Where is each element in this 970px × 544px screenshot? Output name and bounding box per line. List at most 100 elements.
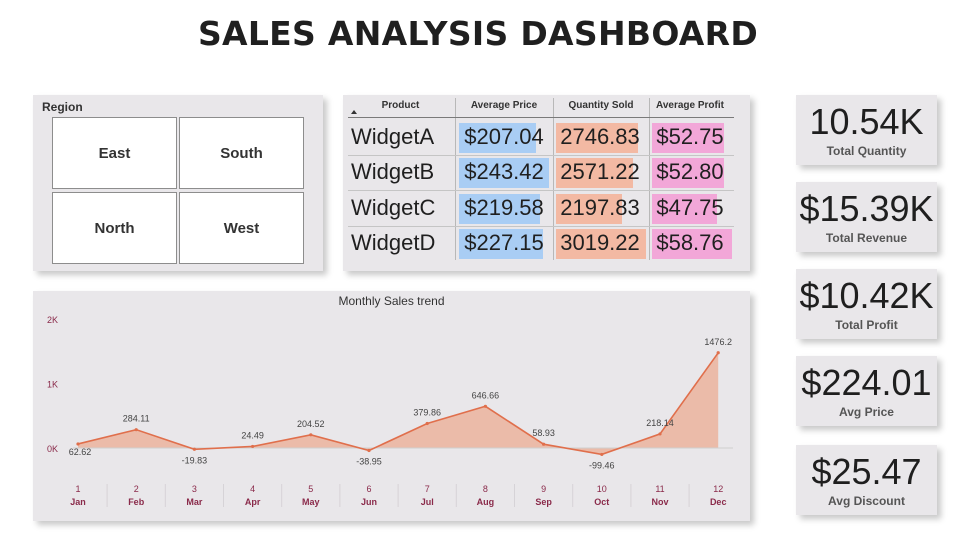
kpi-value: $15.39K	[799, 188, 934, 229]
data-label: 24.49	[241, 430, 264, 440]
data-label: -19.83	[182, 455, 208, 465]
x-tick-number: 8	[483, 484, 488, 494]
x-tick-month: Jun	[361, 497, 377, 507]
x-tick-month: Jan	[70, 497, 86, 507]
x-tick-number: 12	[713, 484, 723, 494]
region-option-east[interactable]: East	[52, 117, 177, 189]
x-tick-month: Apr	[245, 497, 261, 507]
x-tick-number: 5	[308, 484, 313, 494]
table-header-average-price[interactable]: Average Price	[457, 100, 551, 111]
product-name: WidgetD	[351, 230, 436, 255]
x-tick-month: May	[302, 497, 320, 507]
kpi-total-revenue: $15.39K Total Revenue	[796, 182, 937, 252]
kpi-avg-price: $224.01 Avg Price	[796, 356, 937, 426]
data-point	[251, 444, 255, 449]
header-divider	[348, 117, 734, 118]
average-price-cell: $219.58	[464, 195, 544, 220]
x-tick-month: Aug	[477, 497, 495, 507]
average-price-cell: $207.04	[464, 124, 544, 149]
kpi-value: $10.42K	[799, 275, 934, 316]
y-tick-label: 2K	[47, 315, 58, 325]
kpi-total-profit: $10.42K Total Profit	[796, 269, 937, 339]
region-slicer: Region East South North West	[33, 95, 323, 271]
data-label: 1476.2	[704, 337, 732, 347]
data-label: 218.14	[646, 418, 674, 428]
data-point	[483, 404, 487, 408]
x-tick-number: 10	[597, 484, 607, 494]
x-tick-month: Feb	[128, 497, 145, 507]
row-divider	[348, 155, 734, 156]
data-point	[658, 432, 662, 436]
kpi-label: Total Revenue	[825, 231, 908, 245]
x-tick-month: Nov	[651, 497, 668, 507]
x-tick-number: 6	[366, 484, 371, 494]
product-table: Product Average Price Quantity Sold Aver…	[343, 95, 750, 271]
monthly-sales-chart: Monthly Sales trend 0K 1K 2K 62.62 1 Jan 284.1…	[33, 291, 750, 521]
average-profit-cell: $52.75	[656, 124, 724, 149]
x-tick-number: 4	[250, 484, 255, 494]
data-point	[76, 442, 80, 446]
page-title: SALES ANALYSIS DASHBOARD	[197, 14, 759, 53]
x-tick-month: Sep	[535, 497, 552, 507]
y-tick-label: 0K	[47, 444, 58, 454]
area-fill	[78, 352, 719, 455]
line-chart-svg: 0K 1K 2K 62.62 1 Jan 284.11 2 Feb -19.83 3 Mar 24.49…	[47, 315, 733, 507]
x-tick-number: 1	[75, 484, 80, 494]
data-point	[309, 433, 313, 437]
product-name: WidgetB	[351, 159, 435, 184]
data-label: 62.62	[69, 447, 92, 457]
average-profit-cell: $52.80	[656, 159, 724, 184]
average-price-cell: $227.15	[464, 230, 544, 255]
product-name: WidgetC	[351, 195, 436, 220]
product-name: WidgetA	[351, 124, 435, 149]
data-label: -99.46	[589, 460, 615, 470]
region-slicer-title: Region	[42, 100, 83, 114]
average-profit-cell: $47.75	[656, 195, 724, 220]
x-tick-number: 3	[192, 484, 197, 494]
x-tick-month: Mar	[186, 497, 203, 507]
sort-arrow-icon[interactable]	[351, 110, 357, 114]
x-tick-number: 2	[134, 484, 139, 494]
kpi-label: Avg Discount	[828, 494, 905, 508]
data-point	[425, 421, 429, 426]
quantity-sold-cell: 2197.83	[560, 195, 640, 220]
average-profit-cell: $58.76	[656, 230, 724, 255]
x-tick-number: 9	[541, 484, 546, 494]
data-label: 58.93	[532, 428, 555, 438]
column-divider	[455, 98, 456, 260]
row-divider	[348, 226, 734, 227]
kpi-label: Total Profit	[835, 318, 898, 332]
kpi-value: $224.01	[801, 362, 932, 403]
data-point	[542, 442, 546, 446]
kpi-avg-discount: $25.47 Avg Discount	[796, 445, 937, 515]
x-tick-month: Dec	[710, 497, 727, 507]
table-header-average-profit[interactable]: Average Profit	[649, 100, 731, 111]
region-option-north[interactable]: North	[52, 192, 177, 264]
quantity-sold-cell: 2571.22	[560, 159, 640, 184]
y-tick-label: 1K	[47, 380, 58, 390]
x-tick-month: Jul	[421, 497, 434, 507]
kpi-label: Avg Price	[839, 405, 894, 419]
quantity-sold-cell: 2746.83	[560, 124, 640, 149]
data-label: 204.52	[297, 419, 325, 429]
kpi-value: $25.47	[811, 451, 922, 492]
average-price-cell: $243.42	[464, 159, 544, 184]
kpi-label: Total Quantity	[826, 144, 907, 158]
x-tick-number: 7	[425, 484, 430, 494]
quantity-sold-cell: 3019.22	[560, 230, 640, 255]
row-divider	[348, 190, 734, 191]
data-point	[192, 447, 196, 451]
data-label: 284.11	[123, 414, 150, 424]
kpi-value: 10.54K	[809, 101, 924, 142]
data-point	[716, 351, 720, 355]
region-option-west[interactable]: West	[179, 192, 304, 264]
x-tick-month: Oct	[594, 497, 609, 507]
data-label: 646.66	[472, 390, 500, 400]
table-header-product[interactable]: Product	[353, 100, 448, 111]
region-option-south[interactable]: South	[179, 117, 304, 189]
x-tick-number: 11	[655, 484, 664, 494]
data-point	[134, 428, 138, 432]
table-header-quantity-sold[interactable]: Quantity Sold	[553, 100, 649, 111]
kpi-total-quantity: 10.54K Total Quantity	[796, 95, 937, 165]
data-point	[600, 452, 604, 457]
